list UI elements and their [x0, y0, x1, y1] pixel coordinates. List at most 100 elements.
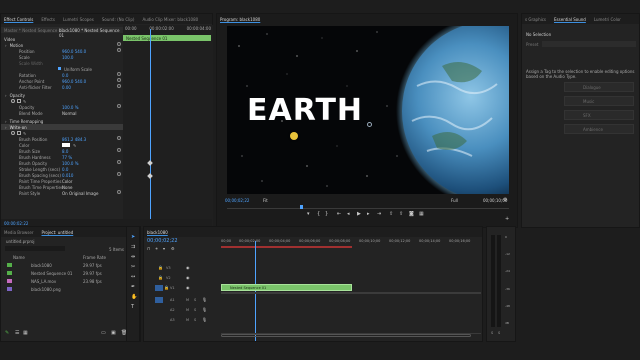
source-label[interactable]: Master * Nested Sequence 01	[4, 28, 64, 33]
list-item[interactable]: NAS_LA.mov 23.98 fps	[1, 278, 140, 285]
reset-icon[interactable]	[117, 84, 121, 88]
timeline-ruler[interactable]: 00;00 00;00;02;00 00;00;04;00 00;00;06;0…	[221, 239, 481, 249]
work-area-bar[interactable]	[221, 246, 352, 248]
reset-icon[interactable]	[117, 136, 121, 140]
tab-graphics[interactable]: s Graphics	[525, 17, 546, 22]
rect-mask-icon[interactable]	[17, 99, 21, 103]
brush-cursor-icon[interactable]	[290, 132, 298, 140]
list-item[interactable]: black1080.png	[1, 286, 140, 293]
extract-icon[interactable]: ⇪	[399, 212, 403, 217]
ambience-button[interactable]: Ambience	[564, 124, 634, 134]
tab-sound[interactable]: Sound: (No Clip)	[102, 17, 135, 22]
pencil-icon[interactable]: ✎	[5, 331, 9, 336]
add-marker-icon[interactable]: ▾	[307, 212, 310, 217]
track-label[interactable]: A1	[170, 298, 175, 302]
eye-icon[interactable]: ◉	[186, 275, 190, 280]
source-patch-v1[interactable]	[155, 285, 163, 291]
program-timecode[interactable]: 00;00;02;22	[225, 198, 249, 203]
solo-button[interactable]: S	[194, 318, 196, 322]
settings-wrench-icon[interactable]: ⚙	[503, 198, 507, 203]
add-button-icon[interactable]: +	[505, 217, 509, 222]
tab-program[interactable]: Program: black1080	[220, 17, 260, 22]
mini-clip-bar[interactable]: Nested Sequence 01	[123, 35, 211, 41]
snap-icon[interactable]: ⊓	[147, 246, 150, 251]
tab-sequence[interactable]: black1080	[147, 230, 168, 235]
reset-icon[interactable]	[117, 148, 121, 152]
slip-tool-icon[interactable]: ↔	[131, 275, 135, 280]
tab-lumetri-color[interactable]: Lumetri Color	[594, 17, 621, 22]
uniform-scale-checkbox[interactable]	[58, 67, 61, 70]
program-video-frame[interactable]: EARTH	[227, 26, 509, 194]
eyedropper-icon[interactable]: ✎	[73, 143, 76, 148]
track-header-a2[interactable]: A2 M S 🎙	[144, 305, 219, 315]
tab-audio-clip-mixer[interactable]: Audio Clip Mixer: black1080	[142, 17, 198, 22]
label-color-swatch[interactable]	[7, 287, 12, 291]
list-item[interactable]: Nested Sequence 01 29.97 fps	[1, 270, 140, 277]
list-view-icon[interactable]: ☰	[15, 331, 19, 336]
go-to-in-icon[interactable]: ⇤	[337, 212, 341, 217]
anchor-crosshair-icon[interactable]	[367, 122, 372, 127]
track-header-a1[interactable]: A1 M S 🎙	[144, 295, 219, 305]
track-label[interactable]: V1	[170, 286, 175, 290]
preset-dropdown[interactable]	[542, 41, 636, 47]
prop-paint-style[interactable]: Paint Style On Original Image	[1, 190, 123, 196]
lock-icon[interactable]: 🔒	[164, 285, 169, 290]
timeline-timecode[interactable]: 00;00;02;22	[147, 238, 178, 244]
ripple-edit-tool-icon[interactable]: ⇹	[131, 255, 135, 260]
tab-project[interactable]: Project: untitled	[42, 230, 74, 235]
comparison-view-icon[interactable]: ▦	[419, 212, 424, 217]
expand-chevron-icon[interactable]: ›	[5, 93, 7, 98]
step-back-icon[interactable]: ◂	[347, 212, 350, 217]
column-name[interactable]: Name	[13, 255, 25, 260]
new-bin-icon[interactable]: ▭	[101, 331, 106, 336]
paint-time-select[interactable]: Color	[62, 179, 72, 184]
track-label[interactable]: A2	[170, 308, 175, 312]
effect-mini-timeline[interactable]: 00:00 00:00:02:00 00:00:04:00 Nested Seq…	[123, 25, 213, 228]
quality-select[interactable]: Full	[451, 198, 458, 203]
rect-mask-icon[interactable]	[17, 131, 21, 135]
track-header-v1[interactable]: 🔒 V1 ◉	[144, 283, 219, 293]
track-area[interactable]: Nested Sequence 01	[221, 263, 481, 325]
hand-tool-icon[interactable]: ✋	[131, 295, 137, 300]
project-search-input[interactable]	[5, 246, 65, 251]
pen-mask-icon[interactable]: ✎	[23, 131, 26, 136]
expand-chevron-icon[interactable]: ›	[5, 119, 7, 124]
color-swatch[interactable]	[62, 143, 70, 147]
ellipse-mask-icon[interactable]	[11, 131, 15, 135]
icon-view-icon[interactable]: ▦	[23, 331, 28, 336]
play-icon[interactable]: ▶	[357, 212, 361, 217]
reset-icon[interactable]	[117, 72, 121, 76]
mark-out-icon[interactable]: }	[325, 212, 328, 217]
prop-blend-mode[interactable]: Blend Mode Normal	[1, 110, 123, 116]
track-header-a3[interactable]: A3 M S 🎙	[144, 315, 219, 325]
label-color-swatch[interactable]	[7, 271, 12, 275]
add-marker-icon[interactable]: ▾	[163, 246, 165, 251]
label-color-swatch[interactable]	[7, 263, 12, 267]
scroll-thumb[interactable]	[221, 334, 471, 337]
prop-anti-flicker[interactable]: Anti-flicker Filter 0.00	[1, 84, 123, 90]
reset-icon[interactable]	[117, 172, 121, 176]
eye-icon[interactable]: ◉	[186, 265, 190, 270]
track-label[interactable]: V3	[166, 266, 171, 270]
expand-chevron-icon[interactable]: ›	[5, 125, 7, 130]
music-button[interactable]: Music	[564, 96, 634, 106]
reset-icon[interactable]	[117, 48, 121, 52]
mute-button[interactable]: M	[186, 318, 189, 322]
ellipse-mask-icon[interactable]	[11, 99, 15, 103]
source-patch-a1[interactable]	[155, 297, 163, 303]
eye-icon[interactable]: ◉	[186, 285, 190, 290]
solo-left-button[interactable]: S	[491, 331, 493, 335]
list-item[interactable]: black1080 29.97 fps	[1, 262, 140, 269]
tab-effects[interactable]: Effects	[41, 17, 55, 22]
tab-essential-sound[interactable]: Essential Sound	[554, 17, 586, 22]
brush-time-select[interactable]: None	[62, 185, 72, 190]
sfx-button[interactable]: SFX	[564, 110, 634, 120]
reset-icon[interactable]	[117, 190, 121, 194]
microphone-icon[interactable]: 🎙	[202, 297, 207, 302]
selection-tool-icon[interactable]: ➤	[131, 235, 135, 240]
tab-media-browser[interactable]: Media Browser	[4, 230, 34, 235]
track-label[interactable]: V2	[166, 276, 171, 280]
mute-button[interactable]: M	[186, 298, 189, 302]
reset-icon[interactable]	[117, 104, 121, 108]
timeline-settings-icon[interactable]: ⚙	[171, 246, 175, 251]
